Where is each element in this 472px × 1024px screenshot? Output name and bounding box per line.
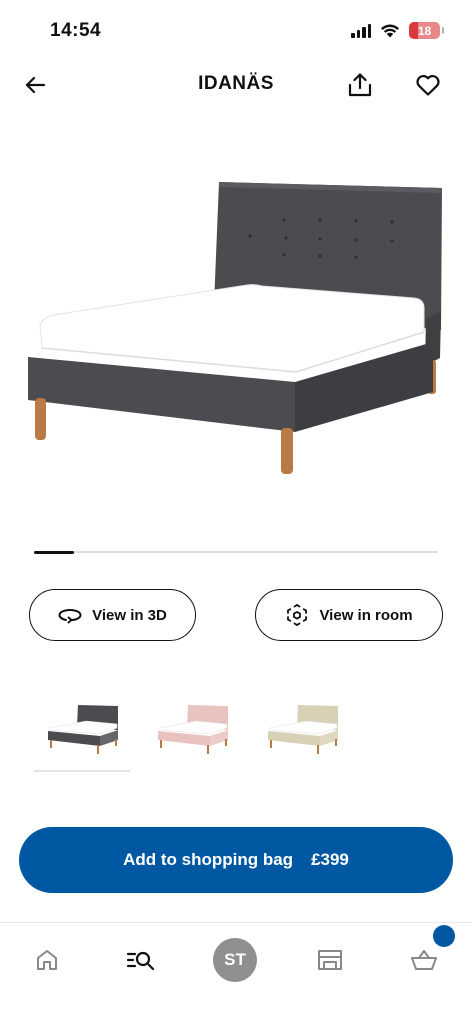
rotate-3d-icon xyxy=(58,609,82,624)
page-title: IDANÄS xyxy=(198,73,274,94)
add-to-bag-label: Add to shopping bag xyxy=(123,850,294,869)
heart-icon xyxy=(416,74,440,96)
image-carousel-progress xyxy=(34,550,438,554)
bed-illustration xyxy=(28,182,442,474)
selected-variant-indicator xyxy=(34,770,130,772)
share-icon xyxy=(348,73,372,97)
status-bar: 14:54 18 xyxy=(0,0,472,62)
avatar: ST xyxy=(213,938,257,982)
variant-thumbnail-dark-grey[interactable] xyxy=(34,690,130,766)
add-to-bag-button[interactable]: Add to shopping bag £399 xyxy=(19,827,453,893)
carousel-progress-indicator xyxy=(34,550,75,554)
battery-icon: 18 xyxy=(409,22,444,39)
augmented-reality-icon xyxy=(287,604,308,626)
view-in-3d-label: View in 3D xyxy=(92,606,167,624)
search-icon xyxy=(126,951,155,971)
wifi-icon xyxy=(381,24,399,38)
nav-home[interactable] xyxy=(22,935,72,985)
status-icons: 18 xyxy=(351,22,444,39)
product-header: IDANÄS xyxy=(0,62,472,108)
bed-thumbnail xyxy=(158,705,228,754)
bed-thumbnail xyxy=(48,705,118,754)
variant-thumbnail-pink[interactable] xyxy=(144,690,240,766)
nav-stores[interactable] xyxy=(305,935,355,985)
battery-level: 18 xyxy=(417,23,432,38)
shopping-bag-icon xyxy=(411,950,437,970)
share-button[interactable] xyxy=(343,68,377,102)
cellular-signal-icon xyxy=(351,23,371,38)
bottom-navigation: ST xyxy=(0,922,472,1024)
view-in-room-button[interactable]: View in room xyxy=(255,589,443,641)
nav-search[interactable] xyxy=(116,935,166,985)
product-image[interactable] xyxy=(0,120,472,520)
home-icon xyxy=(37,950,57,970)
bed-thumbnail xyxy=(268,705,338,754)
nav-profile[interactable]: ST xyxy=(210,935,260,985)
status-time: 14:54 xyxy=(50,20,102,41)
bag-notification-badge xyxy=(433,925,455,947)
price: £399 xyxy=(311,850,349,869)
favourite-button[interactable] xyxy=(411,68,445,102)
view-in-room-label: View in room xyxy=(319,606,413,624)
store-icon xyxy=(318,950,342,970)
variant-thumbnail-beige[interactable] xyxy=(254,690,350,766)
view-in-3d-button[interactable]: View in 3D xyxy=(29,589,196,641)
